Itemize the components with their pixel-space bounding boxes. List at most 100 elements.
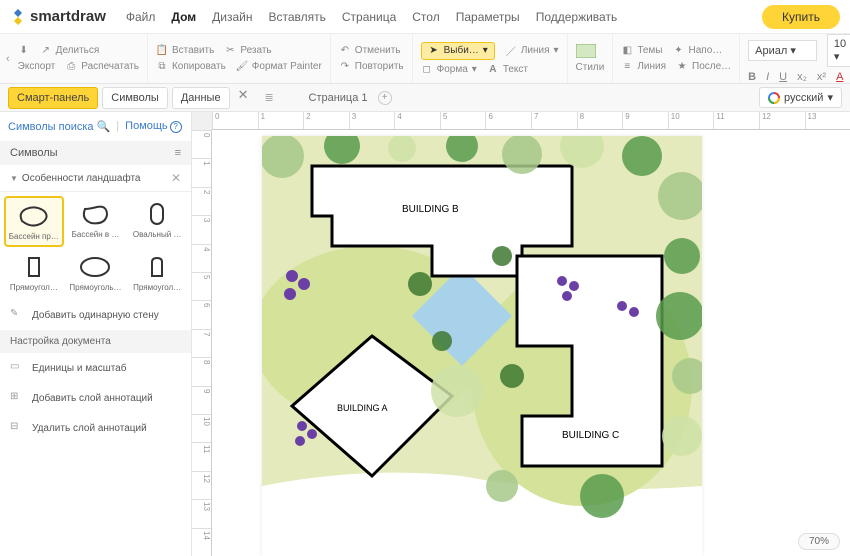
star-icon: ★ [676,61,688,73]
print-button[interactable]: ⎙Распечатать [65,61,139,73]
line-tool[interactable]: ／Линия ▾ [505,45,559,57]
ruler-horizontal: 012345678910111213 [212,112,850,130]
layer-remove-icon: ⊟ [10,421,24,435]
menu-design[interactable]: Дизайн [212,10,252,24]
sidebar: Символы поиска 🔍 | Помощь? Символы ≡ ▼ О… [0,112,192,556]
tab-smartpanel[interactable]: Смарт-панель [8,87,98,109]
share-button[interactable]: ↗Делиться [40,45,100,57]
effects2-button[interactable]: ★После… [676,61,731,73]
menu-icon[interactable]: ≡ [175,147,181,159]
print-icon: ⎙ [65,61,77,73]
brush-icon: 🖌 [236,61,248,73]
symbol-rect-1[interactable]: Прямоугол… [4,249,64,296]
styles-label: Стили [576,62,605,73]
drawing-page[interactable]: BUILDING B BUILDING C BUILDING A [262,136,702,556]
cursor-icon: ➤ [428,45,440,57]
category-close[interactable]: ✕ [171,171,181,185]
canvas[interactable]: BUILDING B BUILDING C BUILDING A [212,130,850,556]
cut-icon: ✂ [224,45,236,57]
layer-add-icon: ⊞ [10,391,24,405]
font-select[interactable]: Ариал ▾ [748,40,817,61]
undo-icon: ↶ [339,45,351,57]
ruler-vertical: 01234567891011121314 [192,130,212,556]
add-wall-button[interactable]: ✎ Добавить одинарную стену [0,300,191,330]
logo-icon [10,9,26,25]
format-row: B I U x₂ x² A Ω [748,71,850,83]
font-size-select[interactable]: 10 ▾ [827,34,850,67]
search-symbols-link[interactable]: Символы поиска 🔍 [8,120,110,133]
menu-home[interactable]: Дом [171,10,196,24]
doc-settings-header: Настройка документа [0,330,191,353]
tab-row: Смарт-панель Символы Данные ✕ ≣ Страница… [0,84,850,112]
add-page-button[interactable]: + [378,91,392,105]
share-icon: ↗ [40,45,52,57]
underline-button[interactable]: U [779,71,787,83]
symbol-grid: Бассейн пр… Бассейн в … Овальный … Прямо… [0,192,191,300]
panel-tabs: Смарт-панель Символы Данные ✕ [8,87,253,109]
copy-button[interactable]: ⧉Копировать [156,61,226,73]
help-link[interactable]: Помощь? [125,120,182,133]
ribbon-toolbar: ‹ ⬇ ↗Делиться Экспорт ⎙Распечатать 📋Вста… [0,34,850,84]
shape-tool[interactable]: ◻Форма ▾ [421,64,477,76]
menu-page[interactable]: Страница [342,10,396,24]
zoom-indicator[interactable]: 70% [798,533,840,550]
menu-bar: smartdraw Файл Дом Дизайн Вставлять Стра… [0,0,850,34]
menu-items: Файл Дом Дизайн Вставлять Страница Стол … [126,10,617,24]
menu-table[interactable]: Стол [412,10,439,24]
language-selector[interactable]: русский ▾ [759,87,842,108]
building-c-label: BUILDING C [562,430,619,441]
canvas-area: 012345678910111213 01234567891011121314 [192,112,850,556]
text-tool[interactable]: AТекст [487,64,528,76]
font-color-button[interactable]: A [836,71,843,83]
sidebar-links: Символы поиска 🔍 | Помощь? [0,112,191,141]
menu-insert[interactable]: Вставлять [268,10,325,24]
export-button[interactable]: ⬇ [18,45,30,57]
styles-button[interactable] [576,44,596,58]
app-logo: smartdraw [10,8,106,25]
symbol-pool-freeform[interactable]: Бассейн пр… [4,196,64,247]
add-annotation-layer-button[interactable]: ⊞ Добавить слой аннотаций [0,383,191,413]
select-tool[interactable]: ➤Выби… ▾ [421,42,495,60]
tab-symbols[interactable]: Символы [102,87,168,109]
doc-tab-1[interactable]: Страница 1 [309,92,368,104]
paste-icon: 📋 [156,45,168,57]
chevron-down-icon: ▼ [10,174,18,183]
effects-button[interactable]: ✦Напо… [673,45,723,57]
main-area: Символы поиска 🔍 | Помощь? Символы ≡ ▼ О… [0,112,850,556]
symbol-rect-2[interactable]: Прямоуголь… [66,249,126,296]
undo-button[interactable]: ↶Отменить [339,45,401,57]
cut-button[interactable]: ✂Резать [224,45,271,57]
building-a-label: BUILDING A [337,403,388,413]
superscript-button[interactable]: x² [817,71,826,83]
tab-data[interactable]: Данные [172,87,230,109]
bold-button[interactable]: B [748,71,756,83]
format-painter-button[interactable]: 🖌Формат Painter [236,61,322,73]
export-label[interactable]: Экспорт [18,61,56,72]
effects-icon: ✦ [673,45,685,57]
redo-button[interactable]: ↷Повторить [339,61,404,73]
pencil-icon: ✎ [10,308,24,322]
symbol-pool-kidney[interactable]: Бассейн в … [66,196,126,247]
panel-close[interactable]: ✕ [234,87,253,109]
landscape-drawing: BUILDING B BUILDING C BUILDING A [262,136,702,556]
menu-support[interactable]: Поддерживать [536,10,618,24]
paste-button[interactable]: 📋Вставить [156,45,214,57]
italic-button[interactable]: I [766,71,769,83]
styles-icon [576,44,596,58]
symbol-rect-3[interactable]: Прямоугол… [127,249,187,296]
line-style-button[interactable]: ≡Линия [621,61,666,73]
symbol-pool-oval[interactable]: Овальный … [127,196,187,247]
building-b-label: BUILDING B [402,204,459,215]
themes-button[interactable]: ◧Темы [621,45,662,57]
menu-options[interactable]: Параметры [456,10,520,24]
copy-icon: ⧉ [156,61,168,73]
symbol-category[interactable]: ▼ Особенности ландшафта ✕ [0,165,191,192]
text-icon: A [487,64,499,76]
units-scale-button[interactable]: ▭ Единицы и масштаб [0,353,191,383]
remove-annotation-layer-button[interactable]: ⊟ Удалить слой аннотаций [0,413,191,443]
buy-button[interactable]: Купить [762,5,840,29]
line-style-icon: ≡ [621,61,633,73]
list-view-icon[interactable]: ≣ [265,91,279,105]
menu-file[interactable]: Файл [126,10,156,24]
subscript-button[interactable]: x₂ [797,71,807,83]
